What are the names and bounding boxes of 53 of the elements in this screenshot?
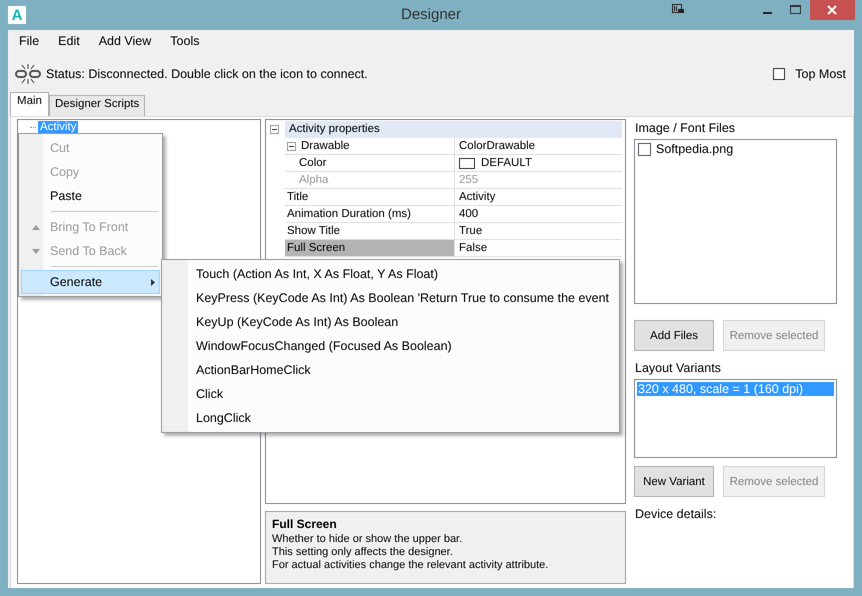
context-menu-item[interactable]: Generate bbox=[21, 270, 160, 294]
collapse-icon[interactable] bbox=[287, 142, 296, 150]
property-name[interactable]: Full Screen bbox=[285, 240, 455, 257]
color-swatch bbox=[459, 158, 475, 168]
menu-item[interactable]: Edit bbox=[51, 34, 87, 48]
submenu-item[interactable]: KeyUp (KeyCode As Int) As Boolean bbox=[162, 310, 619, 334]
menu-item[interactable]: Add View bbox=[92, 34, 158, 48]
section-label: Image / Font Files bbox=[635, 121, 736, 135]
window-title: Designer bbox=[400, 6, 462, 23]
submenu-item[interactable]: KeyPress (KeyCode As Int) As Boolean 'Return True to consume the event bbox=[162, 286, 619, 310]
property-value[interactable]: False bbox=[455, 240, 622, 257]
device-details-label: Device details: bbox=[635, 507, 718, 521]
file-checkbox[interactable] bbox=[638, 142, 651, 156]
status-text: Status: Disconnected. Double click on the icon to connect. bbox=[46, 67, 368, 81]
description-text: Whether to hide or show the upper bar. bbox=[272, 533, 464, 546]
section-label: Layout Variants bbox=[635, 361, 722, 375]
submenu-arrow-icon bbox=[151, 278, 155, 286]
property-name[interactable]: Drawable bbox=[285, 138, 455, 155]
submenu-item[interactable]: Touch (Action As Int, X As Float, Y As Float) bbox=[162, 262, 619, 286]
tab[interactable]: Designer Scripts bbox=[48, 95, 146, 116]
down-triangle-icon bbox=[32, 248, 40, 254]
category-header[interactable]: Activity properties bbox=[285, 121, 622, 138]
close-button[interactable] bbox=[810, 0, 855, 20]
description-text: This setting only affects the designer. bbox=[272, 546, 454, 559]
checkbox-label: Top Most bbox=[795, 67, 846, 81]
submenu-item[interactable]: Click bbox=[162, 382, 619, 406]
submenu-item[interactable]: WindowFocusChanged (Focused As Boolean) bbox=[162, 334, 619, 358]
property-value[interactable]: ColorDrawable bbox=[455, 138, 622, 155]
property-value[interactable]: True bbox=[455, 223, 622, 240]
add-files-button[interactable]: Add Files bbox=[634, 320, 714, 351]
description-text: For actual activities change the relevant activity attribute. bbox=[272, 559, 550, 572]
collapse-icon[interactable] bbox=[270, 125, 279, 134]
new-variant-button[interactable]: New Variant bbox=[634, 466, 714, 497]
description-title: Full Screen bbox=[272, 518, 338, 531]
submenu-item[interactable]: ActionBarHomeClick bbox=[162, 358, 619, 382]
property-name[interactable]: Animation Duration (ms) bbox=[285, 206, 455, 223]
submenu-item[interactable]: LongClick bbox=[162, 406, 619, 430]
property-name[interactable]: Color bbox=[285, 155, 455, 172]
file-list[interactable]: Softpedia.png bbox=[634, 139, 837, 304]
menu-item[interactable]: Tools bbox=[163, 34, 206, 48]
property-name[interactable]: Title bbox=[285, 189, 455, 206]
top-most-checkbox[interactable] bbox=[773, 68, 786, 80]
file-name[interactable]: Softpedia.png bbox=[656, 142, 734, 156]
context-menu-item[interactable]: Paste bbox=[21, 184, 160, 208]
window-snap-icon[interactable] bbox=[672, 4, 684, 15]
menu-item[interactable]: File bbox=[12, 34, 46, 48]
up-triangle-icon bbox=[32, 224, 40, 230]
tab[interactable]: Main bbox=[10, 92, 49, 116]
disconnected-link-icon[interactable] bbox=[14, 63, 42, 85]
property-value[interactable]: 400 bbox=[455, 206, 622, 223]
app-icon: A bbox=[8, 6, 26, 24]
property-value[interactable]: DEFAULT bbox=[455, 155, 622, 172]
property-value[interactable]: Activity bbox=[455, 189, 622, 206]
